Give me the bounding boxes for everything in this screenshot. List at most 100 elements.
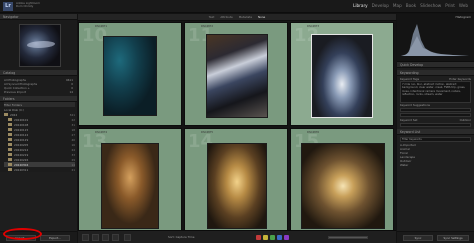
catalog-item-count: 14: [69, 90, 73, 94]
export-button[interactable]: Export...: [40, 235, 70, 241]
folder-icon: [8, 163, 12, 166]
folder-count: 22: [71, 117, 75, 122]
photo-thumbnail[interactable]: [301, 143, 385, 229]
keyword-list-section: Filter Keywords A-Imported Animal Floral…: [397, 135, 474, 168]
keyword-item[interactable]: Water: [400, 163, 471, 167]
catalog-item[interactable]: Previous Import 14: [4, 90, 73, 94]
filter-attribute[interactable]: Attribute: [220, 14, 232, 20]
keyword-set-dropdown[interactable]: Outdoor: [460, 118, 471, 122]
photo-thumbnail[interactable]: [101, 143, 159, 229]
folder-icon: [8, 158, 12, 161]
folder-label: 20240226: [14, 157, 29, 162]
keyword-suggestions-box[interactable]: [400, 108, 471, 112]
module-slideshow[interactable]: Slideshow: [420, 3, 441, 8]
yellow-label-icon[interactable]: [263, 235, 268, 240]
catalog-list: All Photographs 4611 All Synced Photograp…: [0, 76, 77, 96]
right-panel-buttons: Sync Sync Settings: [397, 231, 474, 243]
survey-view-button[interactable]: [112, 234, 119, 241]
folder-icon: [8, 168, 12, 171]
module-map[interactable]: Map: [393, 3, 402, 8]
compare-view-button[interactable]: [102, 234, 109, 241]
folder-label: 20240212: [14, 147, 29, 152]
module-library[interactable]: Library: [353, 3, 368, 8]
keywords-textarea[interactable]: 7 mile run, blur, abstract motion, abstr…: [400, 81, 471, 103]
filter-metadata[interactable]: Metadata: [239, 14, 252, 20]
folder-count: 33: [71, 152, 75, 157]
thumbnail-cell[interactable]: 13 DSC4874: [78, 128, 182, 232]
folder-icon: [8, 123, 12, 126]
cell-filename: DSC4871: [95, 25, 108, 28]
photo-thumbnail[interactable]: [311, 34, 373, 118]
folder-label: 20240129: [14, 137, 29, 142]
module-book[interactable]: Book: [406, 3, 416, 8]
folder-icon: [4, 113, 8, 116]
sync-button[interactable]: Sync: [403, 235, 433, 241]
thumbnail-cell[interactable]: 11 DSC4872: [184, 22, 288, 126]
folder-tree: Filter Folders Local Disk (C:) 2024 341 2…: [0, 102, 77, 172]
thumbnail-grid: 10 DSC4871 11 DSC4872 12 DSC4873 13 DSC4…: [78, 22, 396, 232]
folder-count: 40: [71, 137, 75, 142]
module-print[interactable]: Print: [445, 3, 455, 8]
folder-count: 14: [71, 162, 75, 167]
purple-label-icon[interactable]: [284, 235, 289, 240]
cell-filename: DSC4874: [95, 131, 108, 134]
folder-count: 16: [71, 142, 75, 147]
keyword-set-row: Keyword Set Outdoor: [400, 118, 471, 122]
red-label-icon[interactable]: [256, 235, 261, 240]
photo-thumbnail[interactable]: [207, 143, 267, 229]
folder-label: 20240122: [14, 132, 29, 137]
folder-count: 18: [71, 127, 75, 132]
filter-none[interactable]: None: [258, 14, 265, 20]
folder-count: 31: [71, 122, 75, 127]
sync-settings-button[interactable]: Sync Settings: [437, 235, 469, 241]
quick-develop-header[interactable]: Quick Develop: [397, 62, 474, 68]
thumbnail-cell[interactable]: 10 DSC4871: [78, 22, 182, 126]
grid-view: Text Attribute Metadata None 10 DSC4871 …: [78, 14, 396, 243]
folder-label: 20240101: [14, 117, 29, 122]
lightroom-logo: Lr: [3, 2, 13, 11]
grid-view-button[interactable]: [82, 234, 89, 241]
navigator-preview: [0, 20, 77, 70]
folder-label: 20240219: [14, 152, 29, 157]
folder-icon: [8, 138, 12, 141]
keyword-tags-dropdown[interactable]: Enter Keywords: [449, 77, 471, 81]
folder-label: 20240304: [14, 162, 29, 167]
keyword-suggestions-label: Keyword Suggestions: [400, 103, 430, 107]
thumbnail-cell[interactable]: 14 DSC4875: [184, 128, 288, 232]
histogram-graph: [401, 24, 469, 56]
folder-label: 20240311: [14, 167, 29, 172]
thumbnail-cell-selected[interactable]: 12 DSC4873: [290, 22, 394, 126]
navigator-thumbnail[interactable]: [19, 24, 61, 67]
folder-count: 341: [69, 112, 75, 117]
volume-label: Local Disk (C:): [4, 107, 25, 112]
filter-folders-label: Filter Folders: [4, 102, 22, 107]
green-label-icon[interactable]: [270, 235, 275, 240]
grid-toolbar: Sort: Capture Time: [78, 230, 396, 243]
blue-label-icon[interactable]: [277, 235, 282, 240]
loupe-view-button[interactable]: [92, 234, 99, 241]
folder-count: 29: [71, 157, 75, 162]
cell-filename: DSC4876: [307, 131, 320, 134]
thumbnail-cell[interactable]: 15 DSC4876: [290, 128, 394, 232]
keyword-suggestions-box[interactable]: [400, 113, 471, 117]
right-panel: Histogram Quick Develop Keywording Keywo…: [397, 14, 474, 243]
photo-thumbnail[interactable]: [206, 34, 268, 118]
sort-control[interactable]: Sort: Capture Time: [168, 235, 194, 239]
folder-row[interactable]: 20240311 21: [4, 167, 75, 172]
painter-icon[interactable]: [124, 234, 131, 241]
left-panel: Navigator Catalog All Photographs 4611 Al…: [0, 14, 77, 243]
folder-count: 27: [71, 132, 75, 137]
folder-icon: [8, 148, 12, 151]
photo-thumbnail[interactable]: [103, 36, 157, 116]
module-develop[interactable]: Develop: [372, 3, 389, 8]
top-bar: Lr Adobe Lightroom Dom Christy Library D…: [0, 0, 474, 13]
thumbnail-size-slider[interactable]: [328, 236, 368, 239]
folder-icon: [8, 143, 12, 146]
folder-label: 20240205: [14, 142, 29, 147]
keyword-set-box[interactable]: [400, 123, 471, 127]
folder-label: 20240108: [14, 122, 29, 127]
filter-keywords-field[interactable]: Filter Keywords: [400, 137, 471, 142]
filter-text[interactable]: Text: [209, 14, 215, 20]
folder-icon: [8, 128, 12, 131]
module-web[interactable]: Web: [459, 3, 468, 8]
